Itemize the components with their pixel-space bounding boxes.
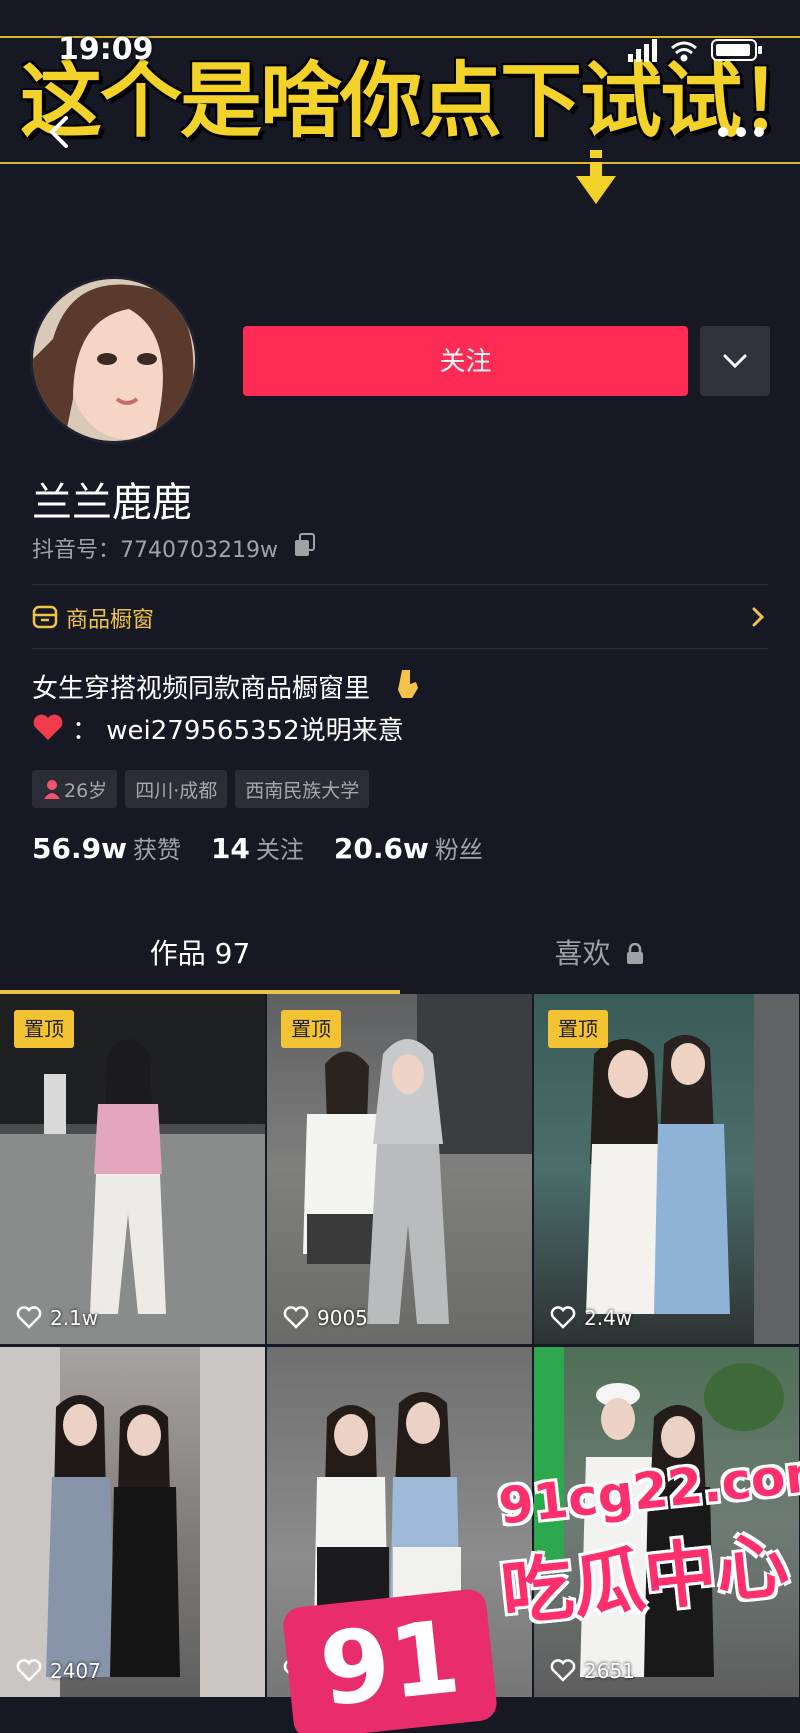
tab-works-label: 作品 97 — [149, 937, 251, 970]
chevron-right-icon — [752, 607, 765, 627]
shop-label: 商品橱窗 — [66, 608, 155, 633]
pointing-down-icon — [398, 670, 418, 698]
like-count: 2651 — [550, 1659, 635, 1683]
lock-icon — [627, 943, 644, 964]
douyin-id: 抖音号：7740703219w — [32, 538, 278, 563]
pinned-badge: 置顶 — [14, 1010, 74, 1048]
like-count-value: 2.4w — [584, 1306, 633, 1330]
tag-age-label: 26岁 — [64, 779, 108, 802]
chevron-down-icon — [723, 354, 747, 369]
status-time: 19:09 — [58, 32, 154, 67]
shop-icon — [32, 605, 58, 629]
tab-likes-label: 喜欢 — [554, 937, 611, 970]
like-count: 2.4w — [550, 1306, 632, 1330]
tag-school-label: 西南民族大学 — [245, 779, 360, 802]
video-thumbnail[interactable]: 置顶 9005 — [267, 994, 532, 1344]
heart-icon — [550, 1306, 576, 1329]
heart-icon — [16, 1306, 42, 1329]
female-icon — [44, 780, 60, 799]
profile-tabs: 作品 97 喜欢 — [0, 918, 800, 994]
shop-window-row[interactable]: 商品橱窗 — [32, 596, 768, 640]
signal-icon — [628, 39, 657, 62]
pinned-badge: 置顶 — [281, 1010, 341, 1048]
like-count: 2.1w — [16, 1306, 98, 1330]
tag-location-label: 四川·成都 — [135, 779, 218, 802]
banner-text: 这个是啥你点下试试！ — [20, 54, 790, 149]
like-count-value: 2.1w — [50, 1306, 99, 1330]
follow-button[interactable]: 关注 — [243, 326, 688, 396]
username: 兰兰鹿鹿 — [32, 480, 192, 526]
back-icon[interactable] — [40, 110, 80, 154]
wifi-icon — [671, 41, 697, 62]
divider — [32, 648, 768, 649]
like-count-value: 2407 — [50, 1659, 101, 1683]
more-icon[interactable] — [715, 120, 767, 144]
battery-icon — [711, 39, 762, 61]
video-thumbnail[interactable]: 置顶 2.1w — [0, 994, 265, 1344]
profile-tags: 26岁 四川·成都 西南民族大学 — [32, 770, 370, 808]
video-thumbnail[interactable]: 2407 — [0, 1347, 265, 1697]
arrow-down-icon — [576, 150, 616, 204]
likes-count: 56.9w — [32, 832, 127, 865]
tab-works[interactable]: 作品 97 — [0, 918, 400, 994]
tag-location: 四川·成都 — [125, 770, 228, 808]
heart-icon — [550, 1659, 576, 1682]
like-count: 2407 — [16, 1659, 101, 1683]
following-count[interactable]: 14 — [211, 832, 250, 865]
avatar[interactable] — [30, 276, 198, 444]
heart-icon — [283, 1306, 309, 1329]
video-thumbnail[interactable]: 置顶 2.4w — [534, 994, 799, 1344]
copy-icon[interactable] — [292, 532, 318, 558]
tag-school: 西南民族大学 — [235, 770, 370, 808]
bio-line-2: ： wei279565352说明来意 — [72, 716, 404, 746]
like-count: 9005 — [283, 1306, 368, 1330]
tab-likes[interactable]: 喜欢 — [400, 918, 800, 994]
watermark-badge-number: 91 — [314, 1598, 466, 1729]
dropdown-button[interactable] — [700, 326, 770, 396]
following-label[interactable]: 关注 — [256, 830, 304, 865]
heart-emoji-icon — [33, 714, 63, 740]
divider — [32, 584, 768, 585]
like-count-value: 9005 — [317, 1306, 368, 1330]
tag-age: 26岁 — [32, 770, 118, 808]
profile-page: 这个是啥你点下试试！ 19:09 关注 兰兰鹿鹿 抖音号：7740703219w… — [0, 0, 800, 1733]
avatar-image — [33, 279, 195, 441]
video-image — [0, 1347, 265, 1697]
profile-stats: 56.9w 获赞 14 关注 20.6w 粉丝 — [32, 830, 513, 870]
bio-line-1: 女生穿搭视频同款商品橱窗里 — [32, 674, 371, 704]
followers-count[interactable]: 20.6w — [334, 832, 429, 865]
like-count-value: 2651 — [584, 1659, 635, 1683]
status-icons — [628, 39, 762, 62]
followers-label[interactable]: 粉丝 — [435, 830, 483, 865]
likes-label: 获赞 — [132, 836, 181, 864]
heart-icon — [16, 1659, 42, 1682]
watermark-badge: 91 — [281, 1587, 499, 1733]
pinned-badge: 置顶 — [548, 1010, 608, 1048]
